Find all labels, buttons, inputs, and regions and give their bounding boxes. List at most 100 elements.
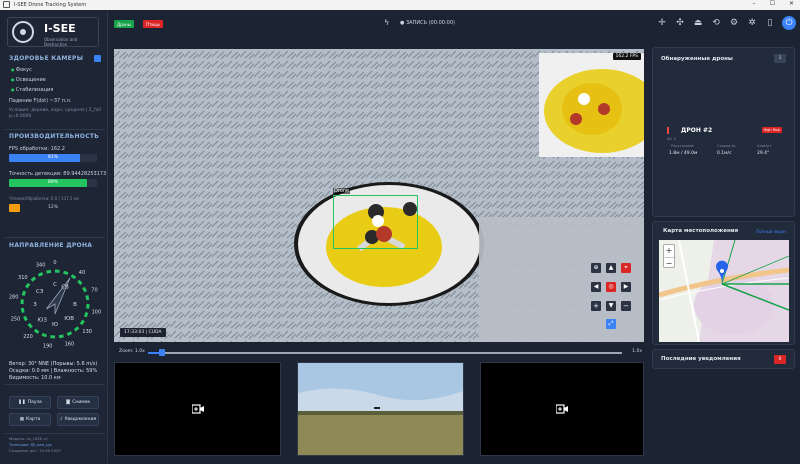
eject-icon[interactable]: ⏏ xyxy=(692,17,704,29)
queue-progress: 12% xyxy=(9,204,97,212)
compass-ring-segment xyxy=(79,319,85,326)
field-camera-image xyxy=(298,363,463,455)
birds-filter-chip[interactable]: Птицы xyxy=(143,20,163,28)
zoom-slider-handle[interactable] xyxy=(159,349,166,356)
drone-icon[interactable]: ✣ xyxy=(674,17,686,29)
add-camera-icon[interactable] xyxy=(191,404,204,414)
divider xyxy=(5,237,105,238)
detected-drones-title: Обнаруженные дроны xyxy=(661,56,733,62)
speed-value: 0.1м/с xyxy=(717,151,732,156)
snapshot-button[interactable]: ◙ Снимок xyxy=(57,396,99,409)
minimize-button[interactable]: – xyxy=(753,0,756,7)
map-button[interactable]: ▦ Карта xyxy=(9,413,51,426)
notifications-title: Последние уведомления xyxy=(661,356,741,362)
compass-ring-segment xyxy=(70,274,77,280)
trash-icon[interactable]: ▯ xyxy=(764,17,776,29)
settings-icon[interactable]: ⚙ xyxy=(728,17,740,29)
detection-label: Drone xyxy=(333,188,351,194)
fullscreen-icon[interactable]: ⤢ xyxy=(606,319,616,329)
target-lock-icon[interactable]: ⌖ xyxy=(621,263,631,273)
map-zoom-out-icon[interactable]: − xyxy=(664,257,674,268)
distance-label: Расстояние xyxy=(671,143,694,148)
notifications-label: Уведомления xyxy=(64,417,97,422)
birds-filter-label: Птицы xyxy=(146,21,160,27)
minus-icon[interactable]: − xyxy=(621,301,631,311)
compass-ring-segment xyxy=(23,315,28,322)
wind-readout: Ветер: 30° NNE (Порывы: 5.6 m/s) xyxy=(9,361,98,367)
compass: СВ В ЮВ Ю ЮЗ З СЗ С 40 70 100 130 160 190 220 250 280 310… xyxy=(7,254,103,358)
map-title: Карта местоположения xyxy=(663,228,739,234)
down-arrow-icon[interactable]: ▼ xyxy=(606,301,616,311)
divider xyxy=(5,433,105,434)
map-zoom-in-icon[interactable]: + xyxy=(664,245,674,257)
health-item-stab: Стабилизация xyxy=(11,87,54,93)
window-title: I-SEE Drone Tracking System xyxy=(14,2,87,8)
up-arrow-icon[interactable]: ▲ xyxy=(606,263,616,273)
camera-slot-2[interactable] xyxy=(297,362,464,456)
compass-ring-segment xyxy=(37,272,44,277)
compass-degree-tick: 280 xyxy=(9,295,19,301)
footer-date: Создание дат: 15.09.2025 xyxy=(9,448,61,453)
left-arrow-icon[interactable]: ◀ xyxy=(591,282,601,292)
fps-label: FPS обработки: 162.2 xyxy=(9,146,65,152)
location-map[interactable]: + − xyxy=(659,240,789,342)
compass-ring-segment xyxy=(63,270,69,276)
zoom-track[interactable] xyxy=(148,352,622,354)
refresh-icon[interactable]: ⟲ xyxy=(710,17,722,29)
compass-ring-segment xyxy=(27,322,33,329)
notifications-button[interactable]: ♪ Уведомления xyxy=(57,413,99,426)
pause-icon: ❚❚ xyxy=(18,400,26,405)
accuracy-progress-pct: 89% xyxy=(47,180,58,185)
recording-status[interactable]: ● ЗАПИСЬ (00:00:00) xyxy=(400,20,455,26)
visibility-readout: Видимость: 10.0 км xyxy=(9,375,61,381)
queue-progress-pct: 12% xyxy=(47,205,58,210)
drone-name: ДРОН #2 xyxy=(681,127,713,134)
power-button[interactable]: ⏻ xyxy=(782,16,796,30)
detected-count-badge: 1 xyxy=(774,54,786,63)
camera-health-info-icon[interactable] xyxy=(94,55,101,62)
add-camera-icon[interactable] xyxy=(556,404,568,414)
compass-direction-label: В xyxy=(73,302,77,308)
divider xyxy=(5,384,105,385)
zoom-in-icon[interactable]: ⊕ xyxy=(591,263,601,273)
precip-readout: Осадки: 0.0 мм | Влажность: 59% xyxy=(9,368,98,374)
left-sidebar: I-SEE Observation and Destruction ЗДОРОВ… xyxy=(1,11,108,463)
footer-telegram[interactable]: Телеграм: @i_see_sys xyxy=(9,442,52,447)
drones-filter-chip[interactable]: Дроны xyxy=(114,20,134,28)
accuracy-label: Точность детекции: 89.94428253173 xyxy=(9,171,107,177)
detection-bounding-box[interactable] xyxy=(333,195,418,249)
snapshot-label: Снимок xyxy=(72,400,91,405)
heading-arrow xyxy=(46,277,71,315)
compass-ring-segment xyxy=(82,286,87,293)
map-zoom-control: + − xyxy=(663,244,675,268)
compass-ring-segment xyxy=(21,290,27,296)
map-card: Карта местоположения Полный экран + − xyxy=(652,221,795,345)
crosshair-icon[interactable]: ✛ xyxy=(656,17,668,29)
compass-degree-tick: 100 xyxy=(92,309,102,315)
compass-ring-segment xyxy=(83,312,89,318)
lightning-icon[interactable]: ϟ xyxy=(384,18,389,27)
drones-filter-label: Дроны xyxy=(117,21,131,27)
pause-button[interactable]: ❚❚ Пауза xyxy=(9,396,51,409)
compass-degree-tick: 340 xyxy=(36,263,46,269)
eye-logo-icon xyxy=(12,21,34,43)
zoom-label: Zoom: 1.0x xyxy=(119,349,145,354)
plus-icon[interactable]: + xyxy=(591,301,601,311)
compass-ring-segment xyxy=(85,295,90,301)
right-arrow-icon[interactable]: ▶ xyxy=(621,282,631,292)
camera-slot-3[interactable] xyxy=(480,362,644,456)
camera-slot-1[interactable] xyxy=(114,362,281,456)
close-button[interactable]: ✕ xyxy=(789,0,794,7)
drone-entry[interactable]: ДРОН #2 High Risk ID: 2 Расстояние 1.8м … xyxy=(659,124,790,164)
map-fullscreen-link[interactable]: Полный экран xyxy=(756,229,786,234)
divider xyxy=(5,129,105,130)
main-video-feed[interactable]: 162.2 FPS Drone 17:33:03 | CUDA ⊕ ▲ ⌖ ◀ … xyxy=(114,49,644,342)
maximize-button[interactable]: ☐ xyxy=(770,0,775,7)
video-timestamp: 17:33:03 | CUDA xyxy=(120,328,166,337)
advanced-settings-icon[interactable]: ✲ xyxy=(746,17,758,29)
top-toolbar: Дроны Птицы ϟ ● ЗАПИСЬ (00:00:00) ✛ ✣ ⏏ … xyxy=(110,11,800,37)
compass-ring-segment xyxy=(66,331,73,336)
center-target-icon[interactable]: ◎ xyxy=(606,282,616,292)
app-window-icon xyxy=(3,1,10,8)
compass-degree-tick: 0 xyxy=(53,260,56,266)
